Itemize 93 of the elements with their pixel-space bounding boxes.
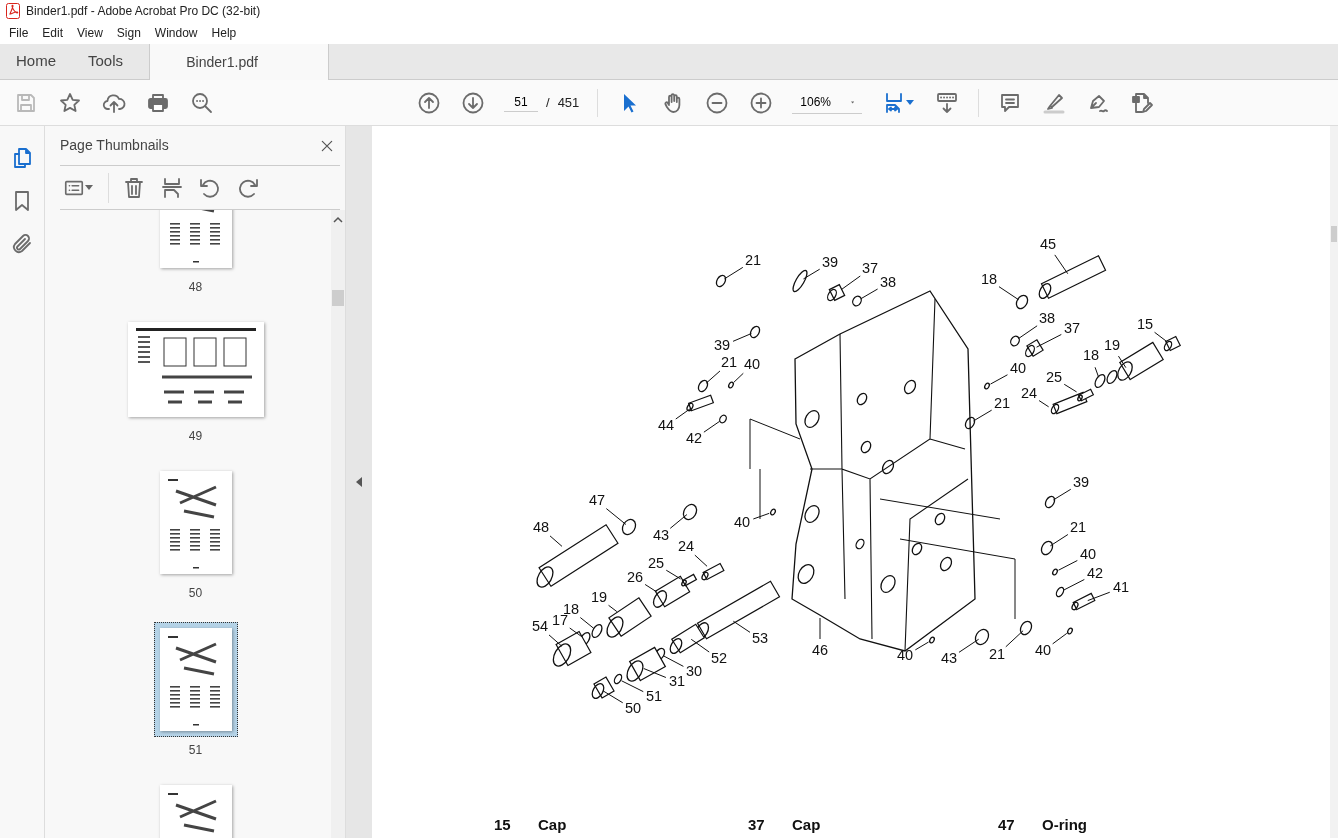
page-count: 451 <box>557 93 580 112</box>
tab[interactable]: Binder1.pdf <box>149 44 330 80</box>
page-number-label: 48 <box>188 279 203 296</box>
part-number-label: 40 <box>1010 361 1027 376</box>
menu-item[interactable]: Edit <box>35 24 71 42</box>
scrollbar[interactable] <box>1330 126 1338 838</box>
menu-item[interactable]: View <box>70 24 110 42</box>
part-number-label: 25 <box>648 556 665 571</box>
page-number-label: 49 <box>188 428 203 445</box>
part-number: 15 <box>494 815 511 835</box>
part-number-label: 39 <box>714 338 731 353</box>
part-number-label: 51 <box>646 689 663 704</box>
part-number-label: 44 <box>658 418 675 433</box>
attachments-tab[interactable] <box>10 232 34 256</box>
part-number-label: 54 <box>532 619 549 634</box>
menu-item[interactable]: Sign <box>109 24 148 42</box>
part-number-label: 21 <box>721 355 738 370</box>
part-number-label: 40 <box>1080 547 1097 562</box>
part-number-label: 48 <box>533 520 550 535</box>
part-number-label: 43 <box>653 528 670 543</box>
part-number: 37 <box>748 815 765 835</box>
zoom-dropdown[interactable]: 106% <box>792 91 863 114</box>
part-number-label: 21 <box>745 253 762 268</box>
part-number-label: 39 <box>822 255 839 270</box>
part-number-label: 40 <box>1035 643 1052 658</box>
down-arrow-circle-icon <box>461 90 485 115</box>
part-number-label: 21 <box>1070 520 1087 535</box>
menu-item[interactable]: Help <box>204 24 244 42</box>
scrollbar-thumb[interactable] <box>1331 226 1337 242</box>
part-number-label: 31 <box>669 674 686 689</box>
search-icon <box>190 90 214 115</box>
scrollbar[interactable] <box>331 210 345 838</box>
part-number-label: 38 <box>880 275 897 290</box>
plus-circle-icon <box>749 90 774 115</box>
part-number-label: 15 <box>1137 317 1154 332</box>
part-number-label: 37 <box>862 261 879 276</box>
page-number-field[interactable]: 51 <box>504 93 538 112</box>
menu-item[interactable]: File <box>2 24 36 42</box>
part-number-label: 40 <box>734 515 751 530</box>
minus-circle-icon <box>705 90 730 115</box>
part-number-label: 41 <box>1113 580 1130 595</box>
part-number-label: 46 <box>812 643 829 658</box>
part-number-label: 43 <box>941 651 958 666</box>
panel-title: Page Thumbnails <box>60 136 169 155</box>
window-title: Binder1.pdf - Adobe Acrobat Pro DC (32-bit) <box>26 3 261 20</box>
page-separator: / <box>546 93 550 112</box>
menu-item[interactable]: Window <box>147 24 205 42</box>
part-number-label: 21 <box>989 647 1006 662</box>
part-number-label: 52 <box>711 651 728 666</box>
part-number-label: 19 <box>1104 338 1121 353</box>
part-number-label: 53 <box>752 631 769 646</box>
caret-icon <box>85 185 93 190</box>
up-arrow-circle-icon <box>417 90 441 115</box>
part-name: O-ring <box>1042 815 1087 835</box>
trash-icon <box>122 175 146 200</box>
part-number-label: 47 <box>589 493 606 508</box>
caret-icon <box>906 100 915 105</box>
page-thumbnail[interactable]: 50 <box>153 465 238 602</box>
scrollbar-thumb[interactable] <box>332 290 344 306</box>
part-number-label: 18 <box>981 272 998 287</box>
part-number-label: 42 <box>1087 566 1104 581</box>
part-name: Cap <box>792 815 821 835</box>
part-number-label: 50 <box>625 701 642 716</box>
part-number-label: 42 <box>686 431 703 446</box>
part-number-label: 25 <box>1046 370 1063 385</box>
part-number-label: 19 <box>591 590 608 605</box>
collapse-arrow-icon[interactable] <box>356 477 362 487</box>
tab[interactable]: Home <box>0 44 72 79</box>
page-number-label: 51 <box>188 742 203 759</box>
part-number-label: 21 <box>994 396 1011 411</box>
part-number-label: 26 <box>627 570 644 585</box>
app-logo-icon <box>6 3 20 19</box>
part-name: Cap <box>538 815 567 835</box>
star-icon <box>58 90 82 115</box>
part-number-label: 40 <box>744 357 761 372</box>
page-thumbnail[interactable]: 49 <box>121 316 270 445</box>
part-number-label: 37 <box>1064 321 1081 336</box>
page-thumbnail[interactable]: 48 <box>153 210 238 296</box>
page-split-icon <box>160 175 184 200</box>
part-number-label: 39 <box>1073 475 1090 490</box>
part-number-label: 24 <box>678 539 695 554</box>
keyboard-arrow-icon <box>935 90 960 115</box>
document-pencil-icon <box>1130 90 1155 115</box>
part-number-label: 24 <box>1021 386 1038 401</box>
part-number-label: 45 <box>1040 237 1057 252</box>
part-number-label: 38 <box>1039 311 1056 326</box>
tab[interactable]: Tools <box>72 44 140 79</box>
part-number: 47 <box>998 815 1015 835</box>
part-number-label: 40 <box>897 648 914 663</box>
part-number-label: 18 <box>1083 348 1100 363</box>
page-number-label: 50 <box>188 585 203 602</box>
part-number-label: 30 <box>686 664 703 679</box>
paperclip-icon <box>10 232 34 256</box>
